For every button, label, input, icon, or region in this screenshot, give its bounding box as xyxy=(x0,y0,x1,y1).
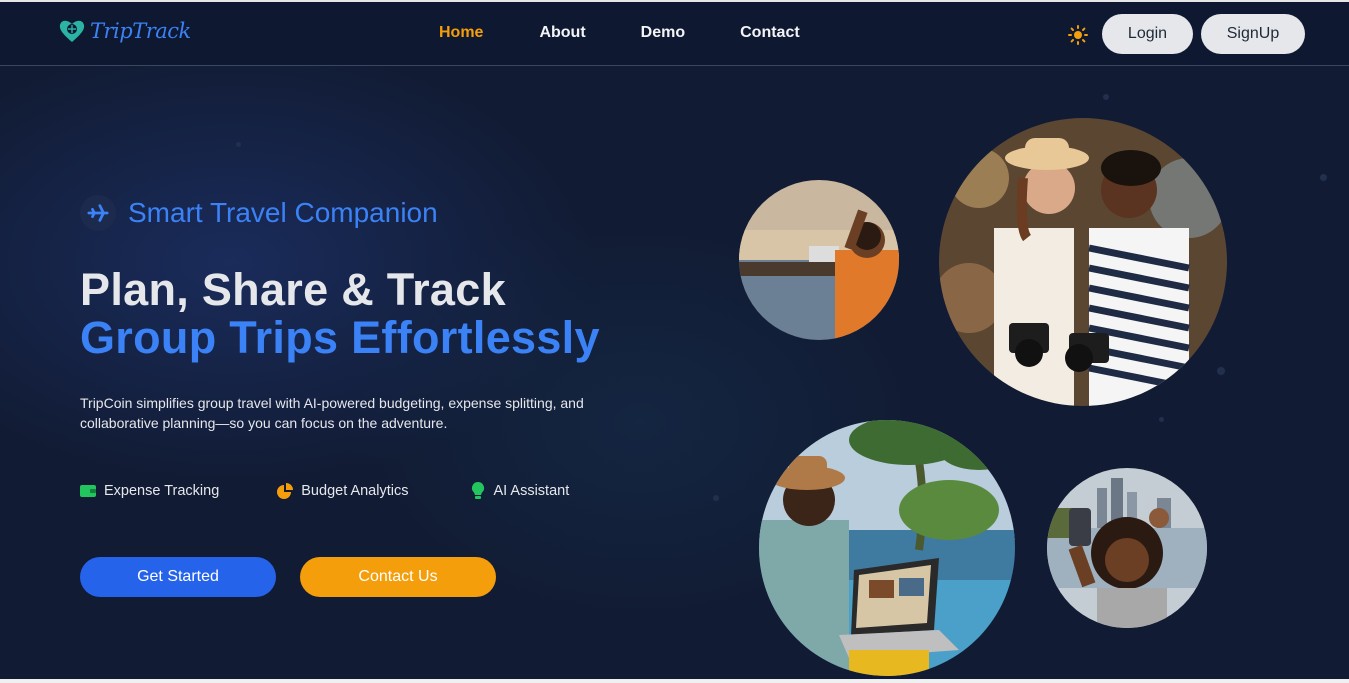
wallet-icon xyxy=(80,485,96,497)
logo-text: TripTrack xyxy=(90,19,191,43)
two-travelers-with-cameras-photo xyxy=(939,118,1227,406)
background-particle xyxy=(1103,94,1109,100)
nav-links: Home About Demo Contact xyxy=(418,24,855,42)
logo[interactable]: TripTrack xyxy=(58,18,191,44)
nav-link-contact[interactable]: Contact xyxy=(740,24,800,42)
signup-button[interactable]: SignUp xyxy=(1201,14,1305,54)
selfie-at-pier-photo xyxy=(739,180,899,340)
pie-chart-icon xyxy=(277,483,294,499)
feature-list: Expense Tracking Budget Analytics AI Ass… xyxy=(80,482,627,500)
nav-link-about[interactable]: About xyxy=(539,24,585,42)
hero-title-line1: Plan, Share & Track xyxy=(80,264,506,315)
feature-expense-tracking: Expense Tracking xyxy=(80,482,219,500)
hero-badge: Smart Travel Companion xyxy=(80,195,438,231)
feature-budget-analytics: Budget Analytics xyxy=(277,482,408,500)
feature-label: AI Assistant xyxy=(493,483,570,499)
contact-us-button[interactable]: Contact Us xyxy=(300,557,496,597)
nav-link-home[interactable]: Home xyxy=(439,24,483,42)
get-started-button[interactable]: Get Started xyxy=(80,557,276,597)
background-particle xyxy=(1159,417,1164,422)
feature-label: Expense Tracking xyxy=(104,483,220,499)
background-particle xyxy=(1320,174,1327,181)
badge-text: Smart Travel Companion xyxy=(128,197,438,228)
background-particle xyxy=(236,142,241,147)
background-particle xyxy=(1217,367,1225,375)
background-particle xyxy=(713,495,719,501)
feature-label: Budget Analytics xyxy=(301,483,409,499)
page: TripTrack Home About Demo Contact Login … xyxy=(0,2,1349,679)
plane-icon xyxy=(80,195,116,231)
man-with-laptop-by-pool-photo xyxy=(759,420,1015,676)
sun-icon[interactable] xyxy=(1068,25,1088,45)
login-button[interactable]: Login xyxy=(1102,14,1193,54)
hero-title-line2: Group Trips Effortlessly xyxy=(80,312,600,363)
hero-description: TripCoin simplifies group travel with AI… xyxy=(80,395,584,431)
nav-link-demo[interactable]: Demo xyxy=(641,24,685,42)
woman-selfie-city-photo xyxy=(1047,468,1207,628)
lightbulb-icon xyxy=(472,482,485,499)
window-bottom-border xyxy=(0,679,1349,683)
heart-globe-icon xyxy=(59,20,85,42)
feature-ai-assistant: AI Assistant xyxy=(471,482,569,500)
navbar: TripTrack Home About Demo Contact Login … xyxy=(0,2,1349,66)
